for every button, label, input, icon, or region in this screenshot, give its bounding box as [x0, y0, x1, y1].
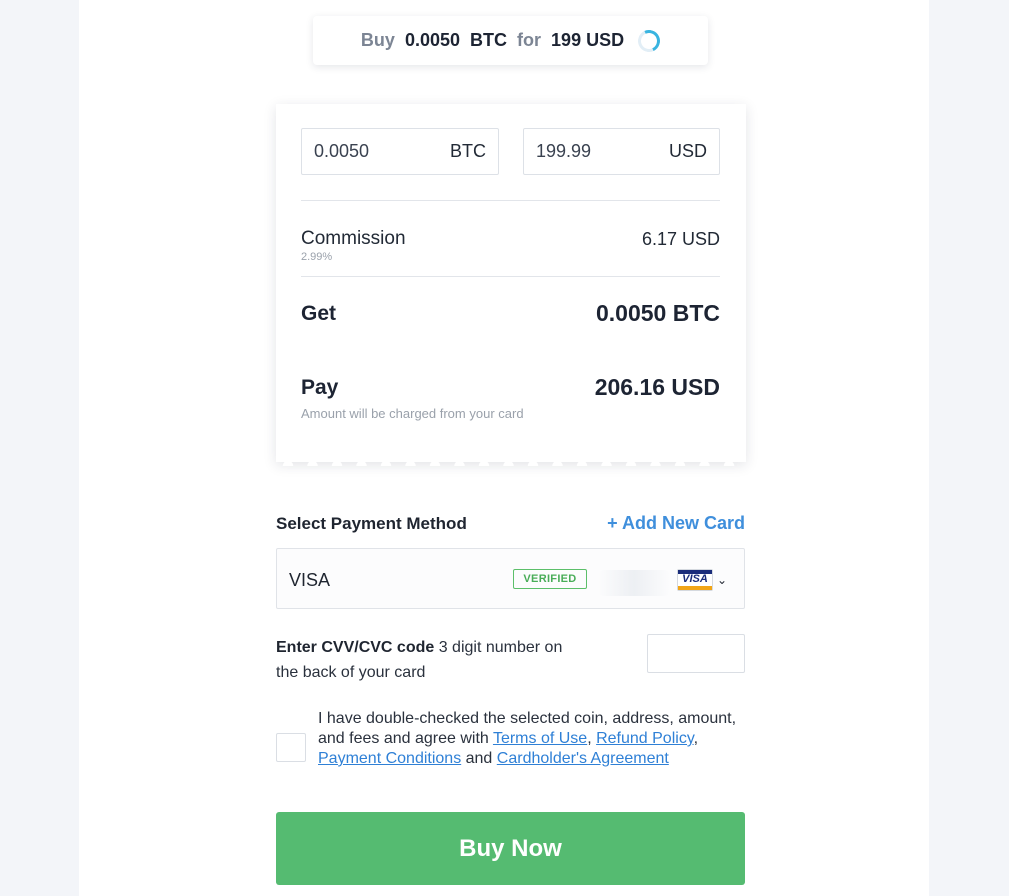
summary-amount: 0.0050 [404, 30, 460, 50]
crypto-amount-value: 0.0050 [314, 141, 370, 161]
fiat-amount-value: 199.99 [536, 141, 592, 161]
pay-note: Amount will be charged from your card [301, 406, 524, 421]
fiat-unit-label: USD [668, 141, 707, 161]
payment-method-title: Select Payment Method [276, 514, 467, 533]
cvv-label-bold: Enter CVV/CVC code [276, 639, 435, 656]
summary-buy-word: Buy [360, 30, 395, 50]
payment-card-select[interactable] [276, 548, 745, 609]
receipt-torn-edge [276, 452, 746, 466]
agreement-text: I have double-checked the selected coin,… [318, 709, 758, 769]
visa-card-icon: VISA [677, 569, 713, 591]
divider [301, 276, 720, 277]
agreement-checkbox[interactable] [276, 733, 306, 762]
terms-of-use-link[interactable]: Terms of Use [493, 730, 587, 747]
refund-policy-link[interactable]: Refund Policy [596, 730, 694, 747]
chevron-down-icon[interactable]: ⌄ [717, 573, 727, 587]
get-value: 0.0050 BTC [595, 300, 720, 326]
commission-rate: 2.99% [301, 251, 333, 263]
masked-card-number [598, 570, 670, 596]
cvv-input[interactable] [647, 634, 745, 673]
commission-label: Commission [301, 228, 406, 249]
agreement-separator: , [693, 730, 699, 747]
summary-coin: BTC [470, 30, 508, 50]
crypto-amount-input[interactable]: 0.0050 BTC [301, 128, 499, 175]
pay-label: Pay [301, 376, 339, 399]
divider [301, 200, 720, 201]
cvv-label: Enter CVV/CVC code 3 digit number on the… [276, 635, 576, 685]
get-label: Get [301, 302, 337, 325]
commission-value: 6.17 USD [641, 229, 720, 249]
loading-spinner-icon [634, 26, 664, 55]
order-summary: Buy 0.0050 BTC for 199 USD [313, 16, 708, 65]
summary-for-word: for [517, 30, 542, 50]
cardholder-agreement-link[interactable]: Cardholder's Agreement [497, 750, 669, 767]
buy-now-button[interactable]: Buy Now [276, 812, 745, 885]
fiat-amount-input[interactable]: 199.99 USD [523, 128, 720, 175]
summary-price: 199 USD [551, 30, 625, 50]
pay-value: 206.16 USD [594, 374, 720, 400]
crypto-unit-label: BTC [450, 141, 486, 161]
agreement-separator: , [587, 730, 597, 747]
payment-conditions-link[interactable]: Payment Conditions [318, 750, 461, 767]
verified-badge: VERIFIED [513, 569, 587, 589]
add-new-card-link[interactable]: + Add New Card [607, 513, 745, 534]
card-name: VISA [289, 570, 331, 590]
agreement-and-word: and [461, 750, 497, 767]
